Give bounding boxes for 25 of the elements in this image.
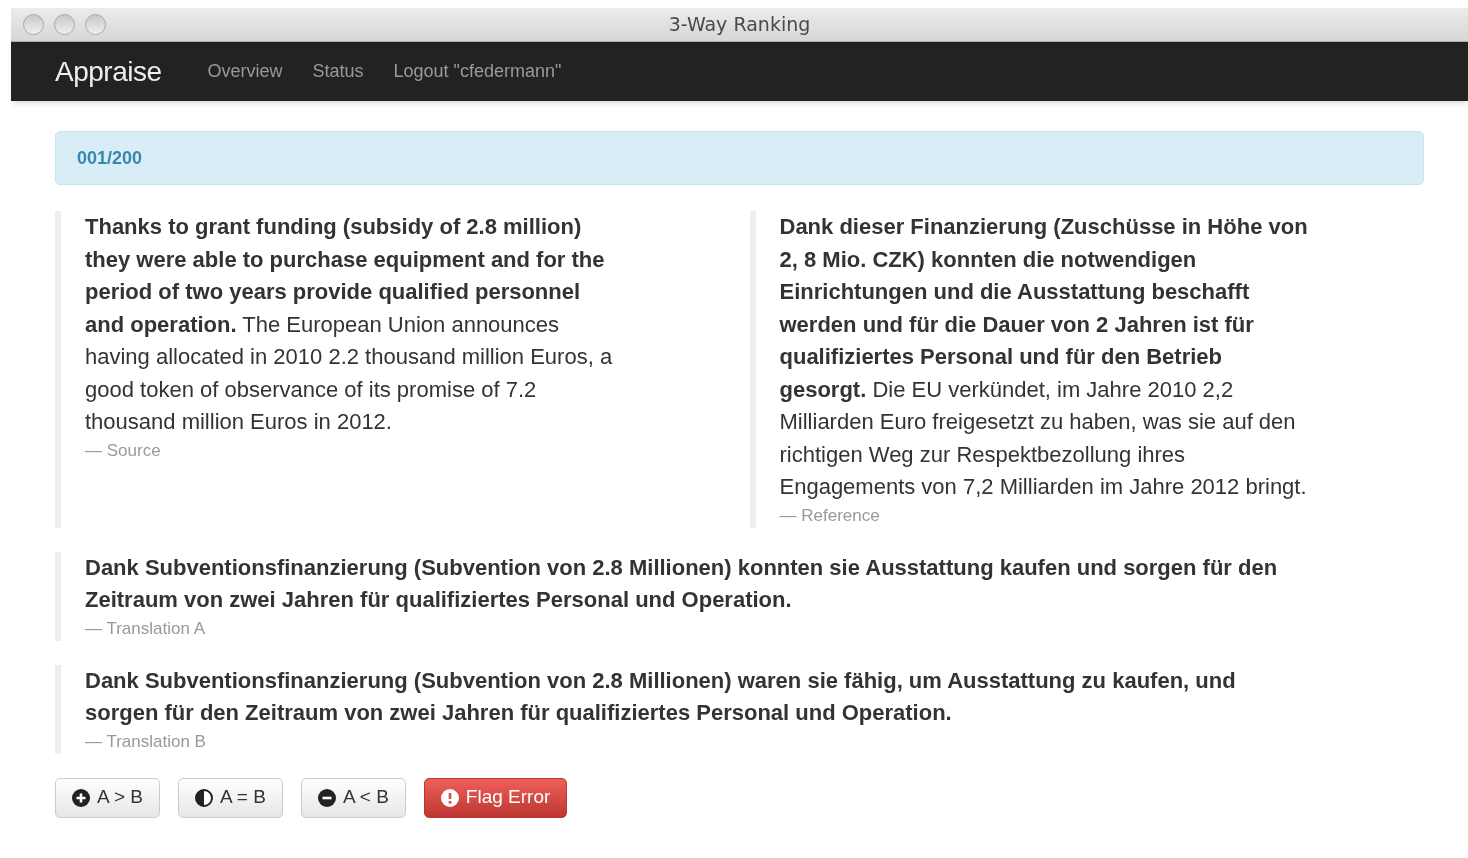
quote-label: — Translation A — [85, 617, 206, 640]
nav-link[interactable]: Logout "cfedermann" — [389, 58, 566, 85]
window-control-icon[interactable] — [85, 14, 106, 35]
half-circle-icon — [194, 788, 213, 807]
window-control-icon[interactable] — [23, 14, 44, 35]
minus-circle-icon — [317, 788, 336, 807]
quote-label: — Source — [85, 439, 162, 462]
quote-label: — Reference — [779, 504, 881, 527]
window-control-icon[interactable] — [54, 14, 75, 35]
exclamation-circle-icon — [440, 788, 459, 807]
progress-alert: 001/200 — [55, 131, 1424, 185]
quote-text: Dank Subventionsfinanzierung (Subvention von 2.8 Millionen) konnten sie Ausstattung kaufen und sorgen für den Zeitraum von zwei Jahren für qualifiziertes Personal und Operation. — [85, 553, 1279, 614]
quote-text: Thanks to grant funding (subsidy of 2.8 million) they were able to purchase equipment and for the period of two years provide qualified personnel and operation. The European Union announces having allocated in 2010 2.2 thousand million Euros, a good token of observance of its promise of 7.2 thousand million Euros in 2012. — [85, 213, 614, 436]
ranking-button[interactable]: A > B — [55, 777, 160, 818]
quote-text: Dank dieser Finanzierung (Zuschüsse in Höhe von 2, 8 Mio. CZK) konnten die notwendigen Einrichtungen und die Ausstattung beschafft werden und für die Dauer von 2 Jahren ist für qualifiziertes Personal und für den Betrieb gesorgt. Die EU verkündet, im Jahre 2010 2,2 Milliarden Euro freigesetzt zu haben, was sie auf den richtigen Weg zur Respektbezollung ihres Engagements von 7,2 Milliarden im Jahre 2012 bringt. — [779, 213, 1309, 501]
nav-link[interactable]: Overview — [203, 58, 287, 85]
quote-label: — Translation B — [85, 730, 207, 753]
brand-link[interactable]: Appraise — [55, 50, 162, 93]
quote-text: Dank Subventionsfinanzierung (Subvention von 2.8 Millionen) waren sie fähig, um Ausstattung zu kaufen, und sorgen für den Zeitraum von zwei Jahren für qualifiziertes Personal und Operation. — [85, 666, 1237, 727]
ranking-button[interactable]: A = B — [177, 777, 283, 818]
plus-circle-icon — [72, 788, 90, 807]
ranking-button[interactable]: A < B — [300, 777, 406, 818]
nav-link[interactable]: Status — [308, 58, 368, 85]
window-title: 3-Way Ranking — [668, 12, 811, 38]
flag-error-button[interactable]: Flag Error — [423, 777, 568, 818]
